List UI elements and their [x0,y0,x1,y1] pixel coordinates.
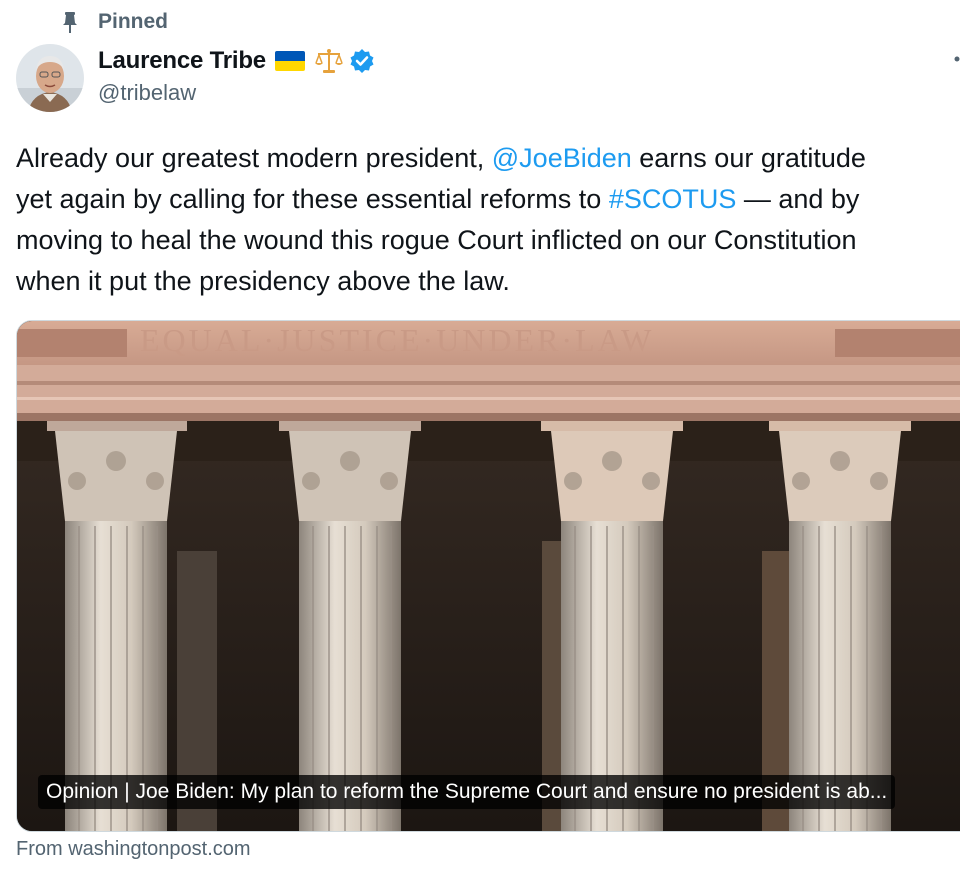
link-preview-card[interactable] [16,320,960,832]
link-source[interactable]: From washingtonpost.com [16,838,251,861]
scales-icon [314,49,343,73]
mention-link[interactable]: @JoeBiden [492,143,632,173]
tweet-line-3: moving to heal the wound this rogue Cour… [16,225,857,255]
pinned-label: Pinned [98,10,169,33]
supreme-court-columns-image[interactable] [17,321,960,831]
tweet-line-2: yet again by calling for these essential… [16,179,960,220]
frieze-inscription: EQUAL·JUSTICE·UNDER·LAW [140,322,655,358]
tweet-text-segment: Already our greatest modern president, [16,143,492,173]
tweet-line-1: Already our greatest modern president, @… [16,138,960,179]
tweet-line-4: when it put the presidency above the law… [16,266,510,296]
pin-icon [63,12,77,33]
link-card-title[interactable]: Opinion | Joe Biden: My plan to reform t… [38,775,896,809]
avatar[interactable] [16,44,84,112]
tweet-text: Already our greatest modern president, @… [16,138,960,302]
more-options-icon[interactable] [954,56,960,62]
pinned-indicator: Pinned [60,8,168,36]
display-name[interactable]: Laurence Tribe [98,47,266,75]
author-handle[interactable]: @tribelaw [98,80,196,106]
author-name-row[interactable]: Laurence Tribe [98,44,375,78]
tweet-text-segment: — and by [736,184,860,214]
hashtag-link[interactable]: #SCOTUS [609,184,737,214]
ukraine-flag-icon [274,51,305,71]
verified-icon [350,49,374,73]
tweet-text-segment: earns our gratitude [631,143,866,173]
tweet-text-segment: yet again by calling for these essential… [16,184,609,214]
